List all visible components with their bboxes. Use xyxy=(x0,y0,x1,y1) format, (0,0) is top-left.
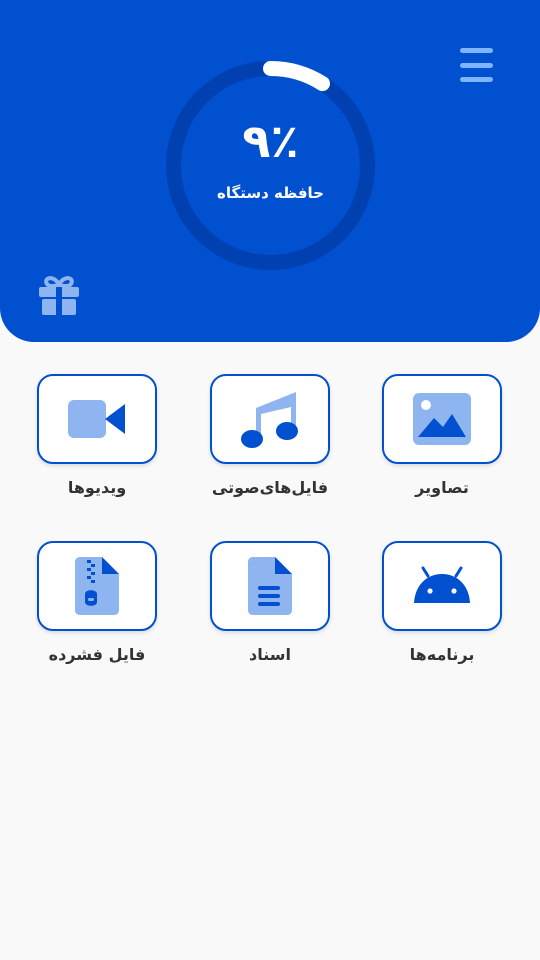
document-icon xyxy=(248,557,292,615)
category-archives-box[interactable] xyxy=(37,541,157,631)
category-images-box[interactable] xyxy=(382,374,502,464)
category-audio[interactable]: فایل‌های‌صوتی xyxy=(200,374,340,497)
android-icon xyxy=(414,566,470,603)
category-apps-label: برنامه‌ها xyxy=(409,645,475,664)
category-videos[interactable]: ویدیوها xyxy=(27,374,167,497)
category-audio-box[interactable] xyxy=(210,374,330,464)
image-icon xyxy=(413,393,471,445)
category-videos-label: ویدیوها xyxy=(67,478,127,497)
category-images-label: تصاویر xyxy=(415,478,469,497)
zip-file-icon xyxy=(75,557,119,615)
gauge-track xyxy=(166,61,375,270)
category-archives-label: فایل فشرده xyxy=(48,645,146,664)
category-apps-box[interactable] xyxy=(382,541,502,631)
category-apps[interactable]: برنامه‌ها xyxy=(372,541,512,664)
hamburger-menu-icon xyxy=(460,48,493,53)
category-documents-box[interactable] xyxy=(210,541,330,631)
category-audio-label: فایل‌های‌صوتی xyxy=(211,478,329,497)
storage-gauge xyxy=(166,61,375,270)
category-images[interactable]: تصاویر xyxy=(372,374,512,497)
category-archives[interactable]: فایل فشرده xyxy=(27,541,167,664)
gift-icon xyxy=(39,276,79,315)
gift-button[interactable] xyxy=(36,272,82,318)
video-camera-icon xyxy=(68,400,125,438)
storage-header: ٩٪ حافظه دستگاه xyxy=(0,0,540,342)
category-videos-box[interactable] xyxy=(37,374,157,464)
menu-button[interactable] xyxy=(460,48,498,82)
category-documents-label: اسناد xyxy=(249,645,291,664)
category-documents[interactable]: اسناد xyxy=(200,541,340,664)
music-icon xyxy=(241,392,298,448)
